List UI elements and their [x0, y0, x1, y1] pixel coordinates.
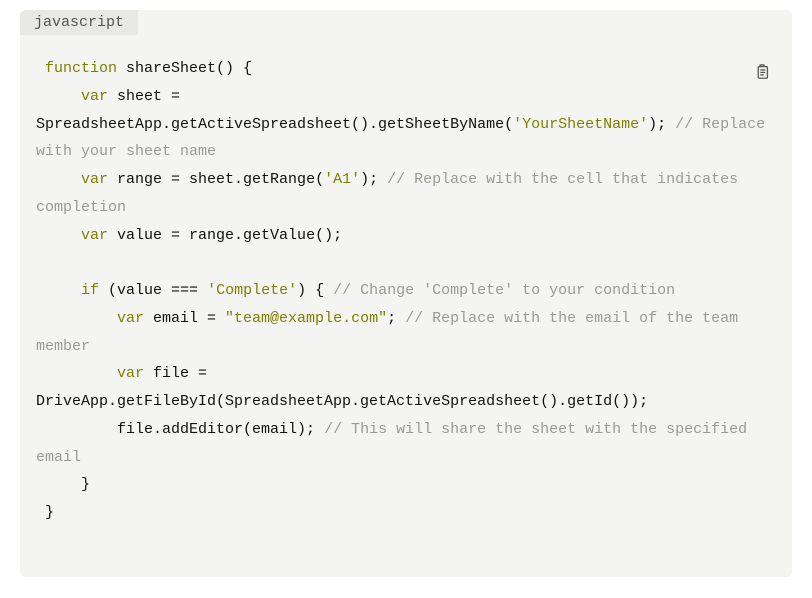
code-token: function — [45, 60, 117, 77]
code-token: (value === — [99, 282, 207, 299]
code-token: var — [81, 88, 108, 105]
language-tag: javascript — [20, 10, 138, 35]
code-token — [36, 365, 117, 382]
code-token: var — [81, 227, 108, 244]
code-token: ; — [387, 310, 405, 327]
code-content: function shareSheet() { var sheet = Spre… — [20, 35, 792, 577]
code-token — [36, 310, 117, 327]
code-token: var — [117, 310, 144, 327]
code-token: email = — [144, 310, 225, 327]
code-token: // Change 'Complete' to your condition — [333, 282, 675, 299]
code-block: javascript function shareSheet() { var s… — [20, 10, 792, 577]
clipboard-icon — [752, 62, 774, 82]
code-inner: function shareSheet() { var sheet = Spre… — [36, 60, 774, 521]
code-token: } } — [36, 476, 90, 521]
code-token: var — [81, 171, 108, 188]
code-token: 'A1' — [324, 171, 360, 188]
copy-button[interactable] — [752, 62, 774, 84]
code-token — [36, 227, 81, 244]
code-token: ); — [648, 116, 675, 133]
code-token: "team@example.com" — [225, 310, 387, 327]
code-token: 'YourSheetName' — [513, 116, 648, 133]
code-token: var — [117, 365, 144, 382]
code-token: ) { — [297, 282, 333, 299]
page-root: javascript function shareSheet() { var s… — [0, 0, 812, 597]
code-token: sheet = SpreadsheetApp.getActiveSpreadsh… — [36, 88, 513, 133]
code-token — [36, 171, 81, 188]
code-token: 'Complete' — [207, 282, 297, 299]
code-token: if — [81, 282, 99, 299]
code-token: ); — [360, 171, 387, 188]
code-token: range = sheet.getRange( — [108, 171, 324, 188]
code-token — [36, 60, 45, 77]
